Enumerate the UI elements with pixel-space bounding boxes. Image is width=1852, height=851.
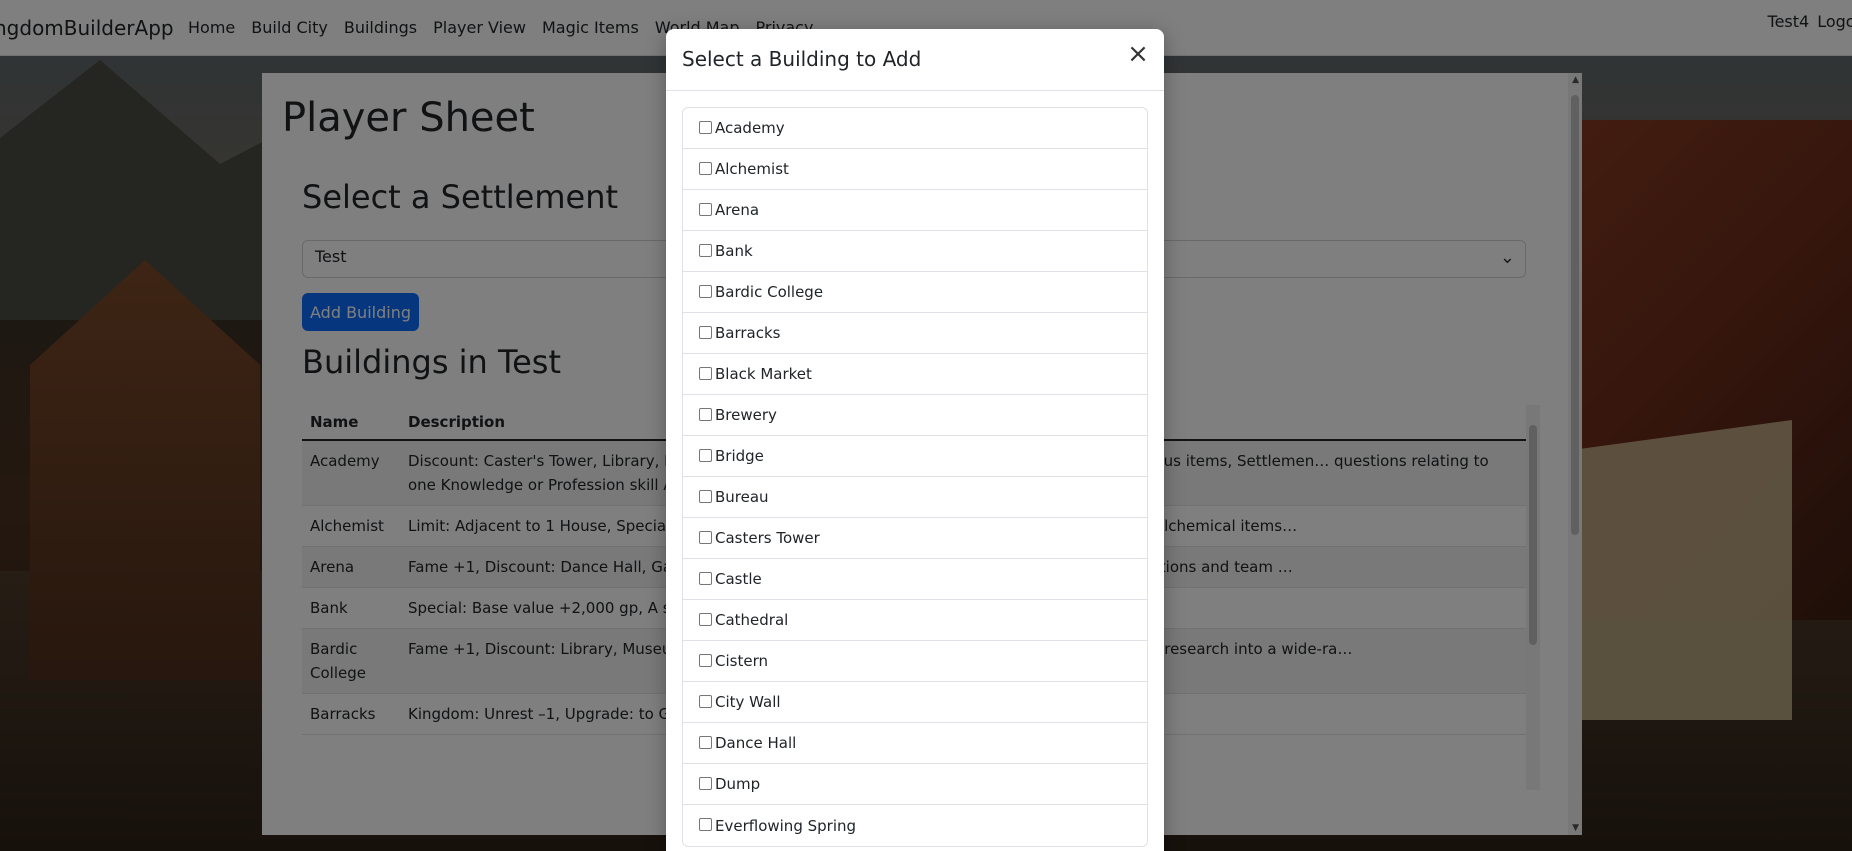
- list-item-label: Alchemist: [715, 160, 789, 178]
- checkbox[interactable]: [699, 818, 712, 831]
- checkbox[interactable]: [699, 325, 712, 339]
- list-item-label: Dance Hall: [715, 734, 797, 752]
- list-item-label: Castle: [715, 570, 762, 588]
- checkbox[interactable]: [699, 202, 712, 216]
- list-item-label: Cathedral: [715, 611, 789, 629]
- list-item-label: Brewery: [715, 406, 777, 424]
- list-item-label: Everflowing Spring: [715, 816, 857, 835]
- list-item-label: Cistern: [715, 652, 768, 670]
- checkbox[interactable]: [699, 407, 712, 421]
- list-item-label: Bardic College: [715, 283, 824, 301]
- list-item-alchemist[interactable]: Alchemist: [683, 149, 1147, 190]
- list-item-casters-tower[interactable]: Casters Tower: [683, 518, 1147, 559]
- list-item-label: Bridge: [715, 447, 764, 465]
- list-item-bardic-college[interactable]: Bardic College: [683, 272, 1147, 313]
- list-item-label: Bureau: [715, 488, 769, 506]
- checkbox[interactable]: [699, 612, 712, 626]
- modal-header: Select a Building to Add ×: [666, 29, 1164, 91]
- checkbox[interactable]: [699, 366, 712, 380]
- checkbox[interactable]: [699, 120, 712, 134]
- list-item-brewery[interactable]: Brewery: [683, 395, 1147, 436]
- list-item-black-market[interactable]: Black Market: [683, 354, 1147, 395]
- modal-body: Academy Alchemist Arena Bank Bardic Coll…: [666, 91, 1164, 851]
- checkbox[interactable]: [699, 161, 712, 175]
- list-item-dump[interactable]: Dump: [683, 764, 1147, 805]
- list-item-bank[interactable]: Bank: [683, 231, 1147, 272]
- list-item-bureau[interactable]: Bureau: [683, 477, 1147, 518]
- list-item-label: Arena: [715, 201, 760, 219]
- list-item-label: Casters Tower: [715, 529, 820, 547]
- list-item-label: Academy: [715, 119, 785, 137]
- select-building-modal: Select a Building to Add × Academy Alche…: [666, 29, 1164, 851]
- checkbox[interactable]: [699, 694, 712, 708]
- list-item-dance-hall[interactable]: Dance Hall: [683, 723, 1147, 764]
- list-item-everflowing-spring[interactable]: Everflowing Spring: [683, 805, 1147, 846]
- checkbox[interactable]: [699, 243, 712, 257]
- checkbox[interactable]: [699, 489, 712, 503]
- close-icon[interactable]: ×: [1126, 41, 1150, 67]
- list-item-cathedral[interactable]: Cathedral: [683, 600, 1147, 641]
- modal-title: Select a Building to Add: [682, 47, 922, 71]
- list-item-cistern[interactable]: Cistern: [683, 641, 1147, 682]
- checkbox[interactable]: [699, 776, 712, 790]
- list-item-label: Barracks: [715, 324, 781, 342]
- list-item-bridge[interactable]: Bridge: [683, 436, 1147, 477]
- checkbox[interactable]: [699, 653, 712, 667]
- list-item-label: Bank: [715, 242, 753, 260]
- list-item-barracks[interactable]: Barracks: [683, 313, 1147, 354]
- list-item-label: Black Market: [715, 365, 812, 383]
- checkbox[interactable]: [699, 448, 712, 462]
- building-checkbox-list: Academy Alchemist Arena Bank Bardic Coll…: [682, 107, 1148, 847]
- checkbox[interactable]: [699, 530, 712, 544]
- list-item-arena[interactable]: Arena: [683, 190, 1147, 231]
- checkbox[interactable]: [699, 735, 712, 749]
- list-item-label: Dump: [715, 775, 761, 793]
- list-item-label: City Wall: [715, 693, 781, 711]
- list-item-academy[interactable]: Academy: [683, 108, 1147, 149]
- checkbox[interactable]: [699, 284, 712, 298]
- checkbox[interactable]: [699, 571, 712, 585]
- list-item-city-wall[interactable]: City Wall: [683, 682, 1147, 723]
- list-item-castle[interactable]: Castle: [683, 559, 1147, 600]
